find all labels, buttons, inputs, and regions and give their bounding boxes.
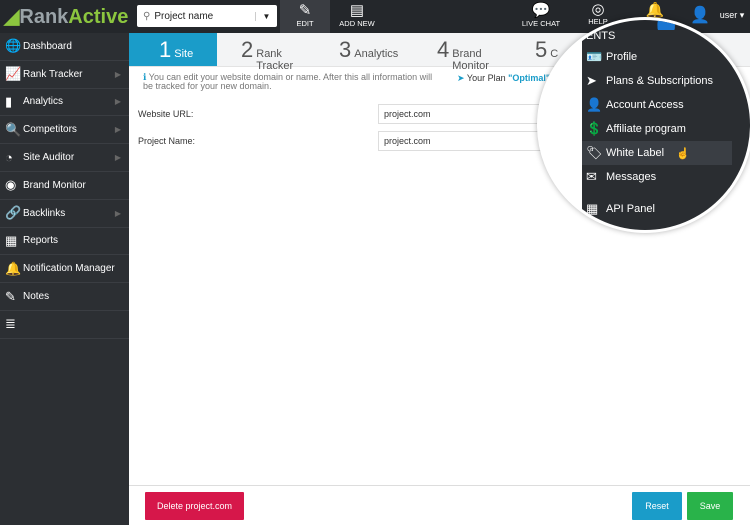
help-button[interactable]: ◎ HELP — [580, 0, 616, 26]
chevron-right-icon: ▶ — [114, 97, 121, 107]
sidebar-item[interactable]: ◔ Site Auditor ▶ — [0, 144, 129, 172]
dropdown-item[interactable]: 💲 Affiliate program — [582, 117, 732, 141]
user-dropdown: ENTS 🪪 Profile ➤ Plans & Subscriptions 👤 Acco… — [582, 30, 732, 230]
link-icon: 🔗 — [5, 205, 22, 221]
dropdown-header: ENTS — [586, 30, 616, 42]
chevron-down-icon[interactable]: ▼ — [255, 11, 277, 21]
lifebuoy-icon: ◎ — [591, 1, 605, 18]
bell-icon: 🔔 — [5, 260, 22, 276]
sidebar-item[interactable]: 🔔 Notification Manager — [0, 255, 129, 284]
list-icon: ≣ — [5, 316, 16, 332]
step-tab[interactable]: 2 Rank Tracker — [217, 33, 315, 72]
chevron-right-icon: ▶ — [114, 125, 121, 135]
step-tab[interactable]: 1 Site — [129, 33, 217, 66]
sidebar-item[interactable]: 📈 Rank Tracker ▶ — [0, 61, 129, 89]
magnifier-overlay: tions 👤 ENTS 🪪Profile➤Plans & Subscripti… — [537, 17, 750, 233]
affiliate-icon: 💲 — [586, 121, 603, 136]
gauge-icon: ◔ — [5, 150, 13, 166]
edit-icon: ✎ — [298, 2, 312, 19]
dropdown-item[interactable]: 🏷 White Label ☝ — [582, 141, 732, 165]
url-label: Website URL: — [138, 109, 194, 119]
step-tab[interactable]: 4 Brand Monitor — [413, 33, 511, 72]
chat-icon: 💬 — [531, 2, 551, 19]
add-icon: ▤ — [349, 2, 365, 19]
sidebar-item[interactable]: ▦ Reports — [0, 228, 129, 256]
sidebar-item[interactable]: 🔗 Backlinks ▶ — [0, 200, 129, 228]
reset-button[interactable]: Reset — [632, 492, 682, 520]
dropdown-item[interactable]: ➤ Plans & Subscriptions — [582, 69, 732, 93]
sidebar-item[interactable]: ▮ Analytics ▶ — [0, 89, 129, 117]
paper-plane-icon: ➤ — [457, 73, 467, 83]
info-text: ℹ You can edit your website domain or na… — [143, 72, 433, 91]
add-new-button[interactable]: ▤ ADD NEW — [333, 0, 381, 33]
chevron-right-icon: ▶ — [114, 208, 121, 218]
magnifier-icon: 🔍 — [5, 121, 22, 137]
step-tab[interactable]: 3 Analytics — [315, 33, 413, 66]
tag-icon: 🏷 — [586, 145, 603, 160]
sidebar: 🌐 Dashboard 📈 Rank Tracker ▶ ▮ Analytics ▶ 🔍 Comp… — [0, 33, 129, 525]
envelope-icon: ✉ — [586, 169, 597, 184]
sidebar-item[interactable]: 🌐 Dashboard — [0, 33, 129, 61]
sidebar-item[interactable]: ✎ Notes — [0, 283, 129, 311]
logo[interactable]: ◢RankActive — [4, 4, 128, 29]
footer: Delete project.com Reset Save — [129, 485, 750, 525]
sidebar-item[interactable]: ≣ — [0, 311, 129, 339]
sidebar-item[interactable]: ◉ Brand Monitor — [0, 172, 129, 200]
search-icon: ⚲ — [143, 10, 151, 22]
bar-icon: ▮ — [5, 93, 13, 109]
user-lock-icon: 👤 — [586, 97, 603, 112]
dropdown-item[interactable]: 🪪 Profile — [582, 45, 732, 69]
api-icon: ▦ — [586, 201, 599, 216]
project-select[interactable]: ⚲ Project name ▼ — [137, 5, 277, 27]
cursor-hand-icon: ☝ — [676, 147, 690, 160]
report-icon: ▦ — [5, 232, 18, 248]
chart-icon: 📈 — [5, 66, 22, 82]
note-icon: ✎ — [5, 288, 16, 304]
plan-info: ➤ Your Plan "Optimal" — [457, 73, 551, 83]
sidebar-item[interactable]: 🔍 Competitors ▶ — [0, 116, 129, 145]
dropdown-item[interactable]: 👤 Account Access — [582, 93, 732, 117]
chevron-right-icon: ▶ — [114, 153, 121, 163]
globe-icon: 🌐 — [5, 38, 22, 54]
fingerprint-icon: ◉ — [5, 177, 17, 193]
name-label: Project Name: — [138, 136, 196, 146]
delete-button[interactable]: Delete project.com — [145, 492, 244, 520]
chevron-right-icon: ▶ — [114, 69, 121, 79]
save-button[interactable]: Save — [687, 492, 733, 520]
dropdown-item[interactable]: ✉ Messages — [582, 165, 732, 189]
paper-plane-icon: ➤ — [586, 73, 597, 88]
profile-icon: 🪪 — [586, 49, 603, 64]
dropdown-item[interactable]: ▦ API Panel — [582, 197, 732, 221]
edit-button[interactable]: ✎ EDIT — [280, 0, 330, 33]
